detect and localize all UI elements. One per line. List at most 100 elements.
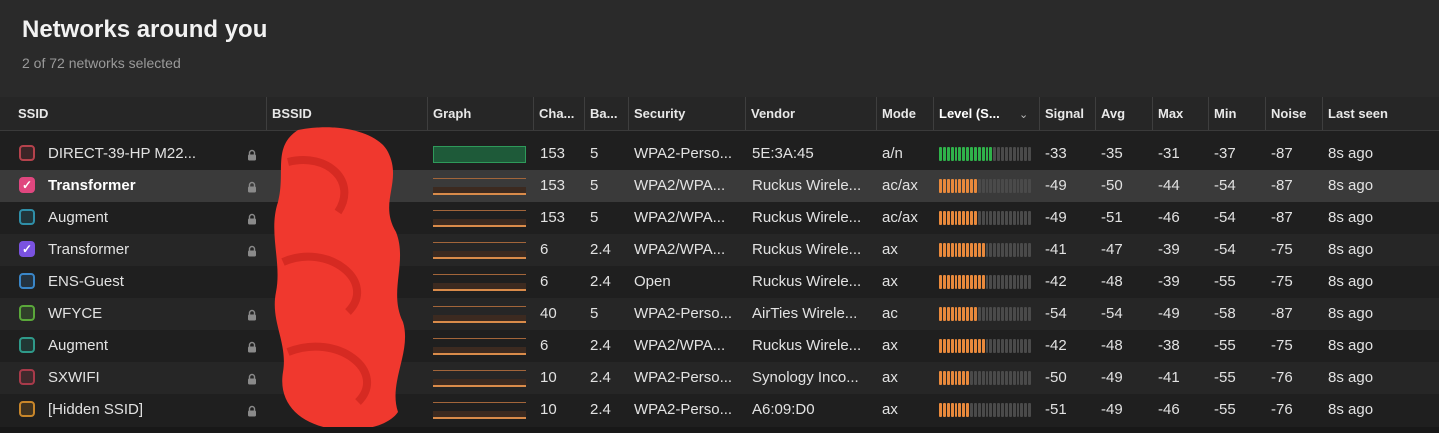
noise-cell: -87 [1271, 177, 1293, 194]
mode-cell: ax [882, 337, 898, 354]
table-row[interactable]: Augment 153 5 WPA2/WPA... Ruckus Wirele... ac… [0, 202, 1439, 234]
channel-cell: 153 [540, 145, 566, 162]
vendor-cell: 5E:3A:45 [752, 145, 814, 162]
column-channel[interactable]: Cha... [533, 97, 583, 130]
channel-cell: 6 [540, 337, 549, 354]
table-row[interactable]: ✓ Transformer 6 2.4 WPA2/WPA... Ruckus Wirele… [0, 234, 1439, 266]
lock-icon [246, 372, 258, 385]
column-min[interactable]: Min [1208, 97, 1264, 130]
chevron-down-icon[interactable]: ⌄ [1019, 108, 1028, 121]
ssid-cell: Augment [48, 337, 109, 354]
ssid-cell: Transformer [48, 241, 130, 258]
avg-cell: -49 [1101, 401, 1123, 418]
mode-cell: ac/ax [882, 177, 918, 194]
security-cell: WPA2/WPA... [634, 337, 726, 354]
row-checkbox[interactable] [19, 369, 35, 385]
last-seen-cell: 8s ago [1328, 177, 1374, 194]
column-vendor[interactable]: Vendor [745, 97, 875, 130]
table-row[interactable]: [Hidden SSID] 10 2.4 WPA2-Perso... A6:09:D0 a… [0, 394, 1439, 426]
min-cell: -55 [1214, 273, 1236, 290]
max-cell: -38 [1158, 337, 1180, 354]
band-cell: 2.4 [590, 241, 611, 258]
table-row[interactable]: ✓ Transformer 153 5 WPA2/WPA... Ruckus Wirele… [0, 170, 1439, 202]
row-checkbox[interactable] [19, 145, 35, 161]
max-cell: -49 [1158, 305, 1180, 322]
row-checkbox[interactable]: ✓ [19, 241, 35, 257]
security-cell: WPA2-Perso... [634, 401, 733, 418]
mode-cell: ac [882, 305, 898, 322]
signal-graph [433, 274, 526, 291]
min-cell: -55 [1214, 337, 1236, 354]
signal-graph [433, 242, 526, 259]
last-seen-cell: 8s ago [1328, 305, 1374, 322]
security-cell: WPA2/WPA... [634, 209, 726, 226]
noise-cell: -76 [1271, 401, 1293, 418]
band-cell: 5 [590, 177, 599, 194]
noise-cell: -75 [1271, 241, 1293, 258]
table-row[interactable]: ENS-Guest 6 2.4 Open Ruckus Wirele... ax -42 -4… [0, 266, 1439, 298]
mode-cell: ax [882, 369, 898, 386]
ssid-cell: Augment [48, 209, 109, 226]
lock-icon [246, 148, 258, 161]
band-cell: 2.4 [590, 401, 611, 418]
noise-cell: -75 [1271, 273, 1293, 290]
vendor-cell: Ruckus Wirele... [752, 273, 862, 290]
lock-icon [246, 308, 258, 321]
column-level[interactable]: Level (S... [933, 97, 1015, 130]
channel-cell: 153 [540, 209, 566, 226]
table-row[interactable]: SXWIFI 10 2.4 WPA2-Perso... Synology Inco...… [0, 362, 1439, 394]
row-checkbox[interactable] [19, 273, 35, 289]
signal-cell: -42 [1045, 337, 1067, 354]
ssid-cell: Transformer [48, 177, 136, 194]
lock-icon [246, 180, 258, 193]
column-signal[interactable]: Signal [1039, 97, 1095, 130]
max-cell: -44 [1158, 177, 1180, 194]
level-meter [939, 211, 1031, 225]
row-checkbox[interactable] [19, 401, 35, 417]
column-security[interactable]: Security [628, 97, 744, 130]
max-cell: -39 [1158, 273, 1180, 290]
column-ssid[interactable]: SSID [18, 97, 258, 130]
row-checkbox[interactable] [19, 209, 35, 225]
row-checkbox[interactable]: ✓ [19, 177, 35, 193]
table-row[interactable]: Augment 6 2.4 WPA2/WPA... Ruckus Wirele... ax… [0, 330, 1439, 362]
vendor-cell: Ruckus Wirele... [752, 241, 862, 258]
column-mode[interactable]: Mode [876, 97, 932, 130]
avg-cell: -49 [1101, 369, 1123, 386]
row-checkbox[interactable] [19, 305, 35, 321]
mode-cell: ax [882, 401, 898, 418]
security-cell: WPA2/WPA... [634, 177, 726, 194]
mode-cell: ax [882, 273, 898, 290]
noise-cell: -87 [1271, 209, 1293, 226]
ssid-cell: WFYCE [48, 305, 103, 322]
band-cell: 2.4 [590, 369, 611, 386]
column-band[interactable]: Ba... [584, 97, 628, 130]
mode-cell: ac/ax [882, 209, 918, 226]
column-noise[interactable]: Noise [1265, 97, 1321, 130]
column-avg[interactable]: Avg [1095, 97, 1151, 130]
level-meter [939, 275, 1031, 289]
band-cell: 2.4 [590, 273, 611, 290]
noise-cell: -87 [1271, 305, 1293, 322]
mode-cell: ax [882, 241, 898, 258]
vendor-cell: Ruckus Wirele... [752, 209, 862, 226]
signal-graph [433, 402, 526, 419]
signal-cell: -49 [1045, 177, 1067, 194]
min-cell: -58 [1214, 305, 1236, 322]
column-last-seen[interactable]: Last seen [1322, 97, 1428, 130]
table-row[interactable]: WFYCE 40 5 WPA2-Perso... AirTies Wirele... ac… [0, 298, 1439, 330]
ssid-cell: DIRECT-39-HP M22... [48, 145, 197, 162]
max-cell: -46 [1158, 401, 1180, 418]
signal-graph [433, 306, 526, 323]
row-checkbox[interactable] [19, 337, 35, 353]
lock-icon [246, 212, 258, 225]
level-meter [939, 403, 1031, 417]
table-row[interactable]: DIRECT-39-HP M22... 153 5 WPA2-Perso... 5E:3… [0, 138, 1439, 170]
column-max[interactable]: Max [1152, 97, 1208, 130]
vendor-cell: A6:09:D0 [752, 401, 815, 418]
noise-cell: -87 [1271, 145, 1293, 162]
column-graph[interactable]: Graph [427, 97, 533, 130]
avg-cell: -35 [1101, 145, 1123, 162]
ssid-cell: ENS-Guest [48, 273, 124, 290]
level-meter [939, 243, 1031, 257]
